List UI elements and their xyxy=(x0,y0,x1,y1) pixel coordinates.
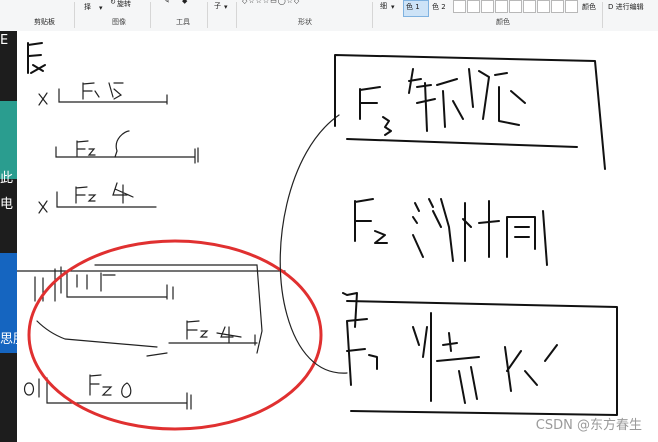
edit-with-paint3d-button[interactable]: D 进行编辑 xyxy=(608,2,644,12)
ribbon-divider xyxy=(207,2,208,28)
shapes-gallery-icon[interactable]: ◇☆☆☆▭◯☆◇ xyxy=(242,0,300,5)
timeline-bar xyxy=(168,334,258,346)
colors-group-label: 颜色 xyxy=(496,18,510,26)
handwriting-f3-cook xyxy=(359,68,526,136)
strip-text: 电 xyxy=(0,197,14,212)
color1-label: 色 1 xyxy=(406,3,420,11)
strip-text: 此 xyxy=(0,171,14,186)
timeline-bar xyxy=(46,377,192,410)
zero-mark xyxy=(23,378,40,398)
color-swatch[interactable] xyxy=(551,0,564,13)
color-swatch[interactable] xyxy=(467,0,480,13)
fill-icon[interactable]: ◆ xyxy=(182,0,187,5)
color-swatch[interactable] xyxy=(565,0,578,13)
chevron-down-icon[interactable]: ▾ xyxy=(224,3,228,11)
tick-marks xyxy=(34,266,62,302)
clipboard-group-label: 剪贴板 xyxy=(34,18,55,26)
color-swatch[interactable] xyxy=(495,0,508,13)
rotate-icon[interactable]: ↻ xyxy=(110,0,116,6)
label-f2-4 xyxy=(186,320,242,344)
color-swatch[interactable] xyxy=(453,0,466,13)
edit-colors-button[interactable]: 颜色 xyxy=(582,2,596,12)
timeline-bar xyxy=(56,191,157,208)
size-button[interactable]: 细 xyxy=(380,1,387,11)
cross-mark xyxy=(38,200,48,214)
handwriting-layer xyxy=(17,42,618,431)
rotate-button[interactable]: 旋转 xyxy=(117,0,131,9)
label-f1-5 xyxy=(82,82,124,100)
label-f3-4 xyxy=(75,182,134,204)
corner-scribble xyxy=(27,42,46,74)
label-f2-6 xyxy=(89,374,132,398)
color-swatch[interactable] xyxy=(537,0,550,13)
image-group-label: 图像 xyxy=(112,18,126,26)
brush-button[interactable]: 子 xyxy=(214,1,221,11)
shapes-group-label: 形状 xyxy=(298,18,312,26)
cross-mark xyxy=(38,92,48,106)
curve-connector xyxy=(279,114,348,374)
timeline-bar xyxy=(66,270,174,300)
strip-text: 思肘 xyxy=(0,332,17,347)
right-box-bottom xyxy=(346,300,618,416)
select-button[interactable]: 择 xyxy=(84,2,91,12)
ribbon-divider xyxy=(602,2,603,28)
color2-button[interactable]: 色 2 xyxy=(432,2,446,12)
ribbon-divider xyxy=(74,2,75,28)
background-window-strip: ic E 此 电 思肘 xyxy=(0,31,17,442)
ribbon-divider xyxy=(372,2,373,28)
paint-canvas[interactable] xyxy=(17,31,658,442)
ribbon-divider xyxy=(236,2,237,28)
label-f1-5 xyxy=(76,272,116,292)
color-swatch[interactable] xyxy=(509,0,522,13)
color-swatch[interactable] xyxy=(523,0,536,13)
bracket-line xyxy=(94,264,263,354)
red-ellipse-annotation xyxy=(27,239,323,431)
ribbon-divider xyxy=(150,2,151,28)
tools-group-label: 工具 xyxy=(176,18,190,26)
strip-text: E xyxy=(0,33,9,48)
ribbon-toolbar: 剪贴板 择 ▾ ↻ 旋转 图像 ✎ ◆ 工具 子 ▾ ◇☆☆☆▭◯☆◇ 形状 细… xyxy=(0,0,658,32)
handwriting-f2-wash xyxy=(354,198,548,266)
bracket-line xyxy=(36,320,168,357)
chevron-down-icon[interactable]: ▾ xyxy=(391,3,395,11)
watermark-text: CSDN @东方春生 xyxy=(535,418,642,433)
pencil-icon[interactable]: ✎ xyxy=(164,0,170,5)
label-f2-6 xyxy=(76,130,130,158)
chevron-down-icon[interactable]: ▾ xyxy=(99,4,103,12)
color-swatch[interactable] xyxy=(481,0,494,13)
handwriting-f1-boil xyxy=(342,292,558,404)
